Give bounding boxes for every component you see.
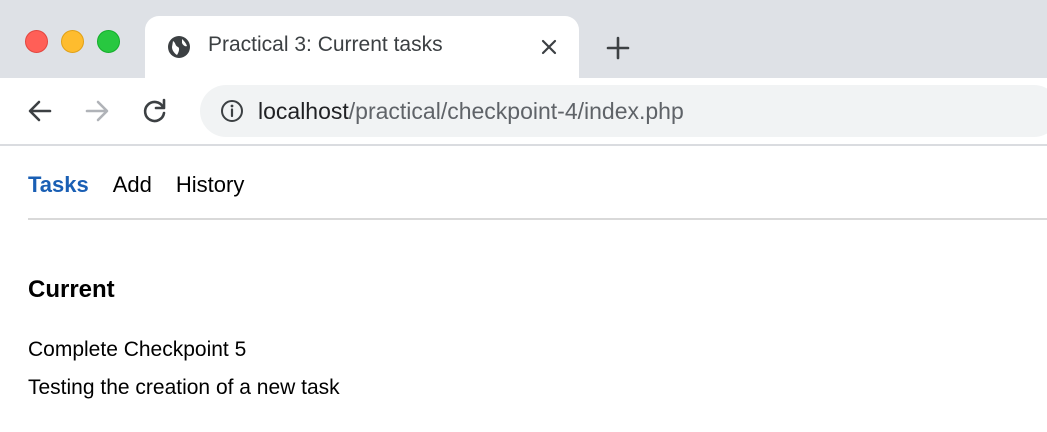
site-nav: Tasks Add History xyxy=(28,172,268,198)
address-bar[interactable]: localhost/practical/checkpoint-4/index.p… xyxy=(200,85,1047,137)
close-window-button[interactable] xyxy=(25,30,48,53)
url-text: localhost/practical/checkpoint-4/index.p… xyxy=(258,98,684,125)
tab-strip: Practical 3: Current tasks xyxy=(0,0,1047,78)
back-arrow-icon[interactable] xyxy=(25,96,55,126)
task-item: Testing the creation of a new task xyxy=(28,376,340,399)
page-content: Tasks Add History Current Complete Checkpo… xyxy=(0,146,1047,432)
nav-link-tasks[interactable]: Tasks xyxy=(28,172,89,197)
close-icon[interactable] xyxy=(537,35,561,59)
nav-divider xyxy=(28,218,1047,220)
nav-link-add[interactable]: Add xyxy=(113,172,152,197)
url-host: localhost xyxy=(258,98,349,124)
nav-link-history[interactable]: History xyxy=(176,172,244,197)
browser-toolbar: localhost/practical/checkpoint-4/index.p… xyxy=(0,78,1047,146)
task-list: Complete Checkpoint 5 Testing the creati… xyxy=(28,331,340,407)
browser-tab[interactable]: Practical 3: Current tasks xyxy=(145,16,579,78)
task-item: Complete Checkpoint 5 xyxy=(28,338,247,361)
globe-icon xyxy=(168,36,190,58)
plus-icon[interactable] xyxy=(605,35,631,61)
forward-arrow-icon[interactable] xyxy=(82,96,112,126)
reload-icon[interactable] xyxy=(140,96,170,126)
url-path: /practical/checkpoint-4/index.php xyxy=(348,98,684,124)
tab-title: Practical 3: Current tasks xyxy=(208,33,443,56)
minimize-window-button[interactable] xyxy=(61,30,84,53)
maximize-window-button[interactable] xyxy=(97,30,120,53)
section-heading: Current xyxy=(28,276,115,303)
info-icon[interactable] xyxy=(220,99,244,123)
